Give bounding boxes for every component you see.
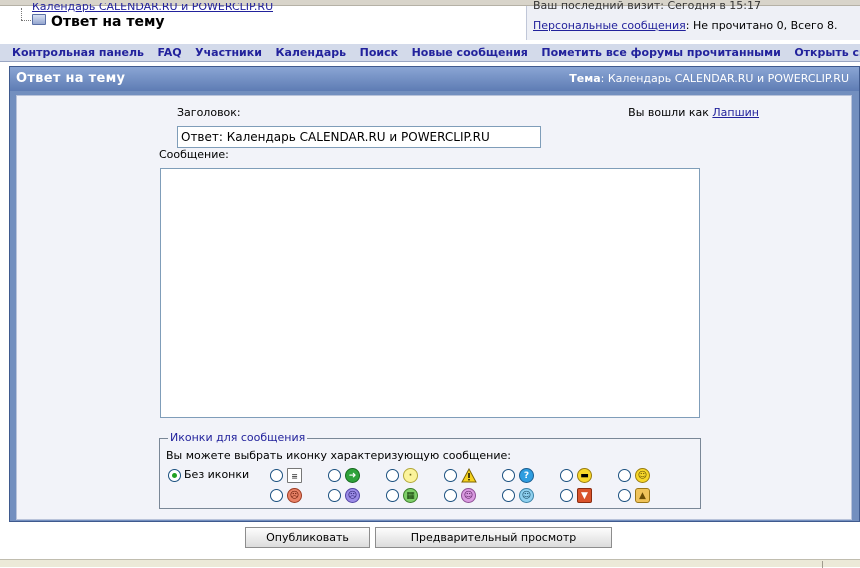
cool-icon: ▬ — [577, 468, 592, 483]
nav-search[interactable]: Поиск — [355, 44, 403, 61]
username-link[interactable]: Лапшин — [712, 106, 759, 119]
nav-control-panel[interactable]: Контрольная панель — [0, 44, 149, 61]
reply-panel: Ответ на тему Тема: Календарь CALENDAR.R… — [9, 66, 860, 522]
radio-arrow[interactable] — [328, 469, 341, 482]
radio-doc[interactable] — [270, 469, 283, 482]
radio-smile[interactable] — [618, 469, 631, 482]
private-messages-line: Персональные сообщения: Не прочитано 0, … — [533, 19, 837, 32]
logged-in-text: Вы вошли как Лапшин — [628, 106, 759, 119]
radio-grin[interactable] — [386, 489, 399, 502]
radio-warning[interactable] — [444, 469, 457, 482]
nav-members[interactable]: Участники — [190, 44, 267, 61]
private-messages-status: : Не прочитано 0, Всего 8. — [685, 19, 838, 32]
folder-icon — [32, 14, 46, 25]
smile-icon: ☺ — [635, 468, 650, 483]
user-info-box: Ваш последний визит: Сегодня в 15:17 Пер… — [526, 1, 860, 40]
radio-cool[interactable] — [560, 469, 573, 482]
panel-body: Заголовок: Вы вошли как Лапшин Сообщение… — [16, 95, 852, 520]
question-icon: ? — [519, 468, 534, 483]
pink-smile-icon: ☺ — [461, 488, 476, 503]
thumbs-up-icon: ▲ — [635, 488, 650, 503]
breadcrumb-current: Ответ на тему — [51, 14, 165, 30]
logged-in-prefix: Вы вошли как — [628, 106, 713, 119]
message-label: Сообщение: — [159, 148, 229, 161]
breadcrumb-parent-link[interactable]: Календарь CALENDAR.RU и POWERCLIP.RU — [32, 3, 273, 13]
warning-icon — [461, 467, 477, 483]
radio-angry[interactable] — [270, 489, 283, 502]
radio-question[interactable] — [502, 469, 515, 482]
no-icon-label: Без иконки — [184, 468, 250, 481]
doc-icon: ≡ — [287, 468, 302, 483]
radio-thumbs-up[interactable] — [618, 489, 631, 502]
last-visit-text: Ваш последний визит: Сегодня в 15:17 — [533, 1, 761, 10]
panel-topic: Тема: Календарь CALENDAR.RU и POWERCLIP.… — [569, 72, 849, 85]
nav-bar: Контрольная панель FAQ Участники Календа… — [0, 43, 860, 62]
radio-sad[interactable] — [328, 489, 341, 502]
topic-label: Тема — [569, 72, 601, 85]
nav-new-posts[interactable]: Новые сообщения — [407, 44, 533, 61]
radio-thumbs-down[interactable] — [560, 489, 573, 502]
subject-label: Заголовок: — [177, 106, 241, 119]
post-icons-description: Вы можете выбрать иконку характеризующую… — [166, 449, 511, 462]
browser-status-bar — [0, 559, 860, 568]
radio-no-icon[interactable] — [168, 469, 181, 482]
topic-value: : Календарь CALENDAR.RU и POWERCLIP.RU — [600, 72, 849, 85]
arrow-icon: ➜ — [345, 468, 360, 483]
nav-calendar[interactable]: Календарь — [270, 44, 351, 61]
radio-lightbulb[interactable] — [386, 469, 399, 482]
grin-icon: ▦ — [403, 488, 418, 503]
post-icons-fieldset: Иконки для сообщения Вы можете выбрать и… — [159, 431, 701, 509]
panel-header: Ответ на тему Тема: Календарь CALENDAR.R… — [10, 67, 859, 91]
panel-title: Ответ на тему — [16, 71, 126, 86]
radio-blue-smile[interactable] — [502, 489, 515, 502]
header-row: Календарь CALENDAR.RU и POWERCLIP.RU Отв… — [0, 1, 860, 40]
private-messages-link[interactable]: Персональные сообщения — [533, 19, 686, 32]
thumbs-down-icon: ▼ — [577, 488, 592, 503]
subject-input[interactable] — [177, 126, 541, 148]
publish-button[interactable]: Опубликовать — [245, 527, 370, 548]
nav-buddy-list[interactable]: Открыть список друзей — [789, 44, 860, 61]
breadcrumb-tree-line — [18, 8, 32, 26]
message-textarea[interactable] — [160, 168, 700, 418]
blue-smile-icon: ☺ — [519, 488, 534, 503]
sad-icon: ☹ — [345, 488, 360, 503]
angry-icon: ☹ — [287, 488, 302, 503]
radio-pink-smile[interactable] — [444, 489, 457, 502]
preview-button[interactable]: Предварительный просмотр — [375, 527, 612, 548]
nav-faq[interactable]: FAQ — [152, 44, 186, 61]
nav-mark-forums-read[interactable]: Пометить все форумы прочитанными — [536, 44, 785, 61]
lightbulb-icon: · — [403, 468, 418, 483]
post-icons-legend: Иконки для сообщения — [168, 431, 308, 444]
